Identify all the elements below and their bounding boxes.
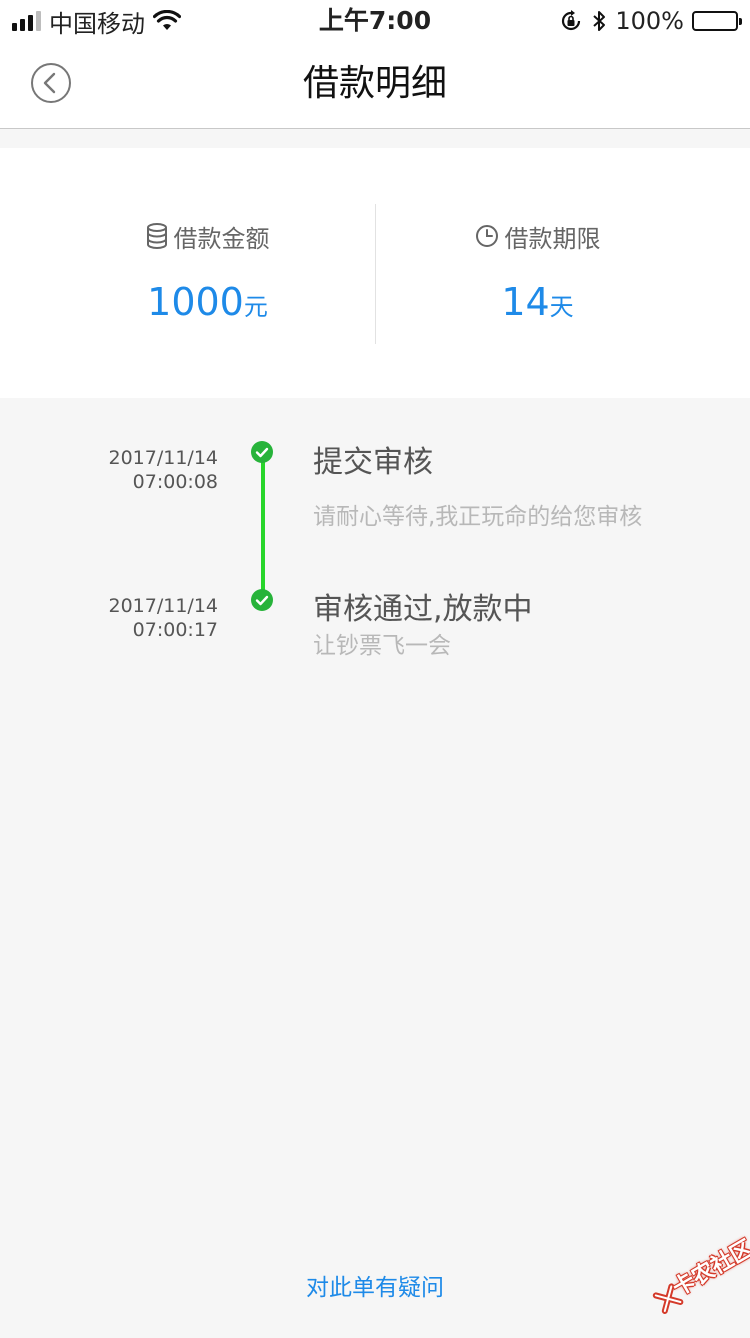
- timeline-item-1-date: 2017/11/14: [108, 447, 218, 469]
- coins-stack-icon: [146, 223, 167, 249]
- battery-icon: [692, 11, 742, 31]
- nav-bar: 借款明细: [0, 40, 750, 129]
- timeline-item-2-desc: 让钞票飞一会: [313, 633, 451, 659]
- question-link[interactable]: 对此单有疑问: [0, 1268, 750, 1302]
- amount-column: 借款金额 1000元: [20, 220, 395, 324]
- loan-summary-card: 借款金额 1000元 借款期限 14天: [0, 148, 750, 398]
- orientation-lock-icon: [562, 10, 581, 31]
- timeline-item-1-desc: 请耐心等待,我正玩命的给您审核: [313, 504, 643, 530]
- amount-unit: 元: [243, 293, 268, 321]
- check-circle-icon: [251, 589, 273, 611]
- battery-percent: 100%: [615, 7, 684, 35]
- term-value: 14: [501, 280, 550, 324]
- check-circle-icon: [251, 441, 273, 463]
- watermark-text: 卡农社区: [668, 1235, 750, 1302]
- term-value-row: 14天: [350, 280, 725, 324]
- term-label: 借款期限: [504, 224, 601, 253]
- timeline-item-2-date: 2017/11/14: [108, 595, 218, 617]
- timeline-item-1-timestamp: 2017/11/14 07:00:08: [18, 446, 218, 494]
- timeline-item-2-time: 07:00:17: [132, 619, 218, 641]
- timeline-item-1-time: 07:00:08: [132, 471, 218, 493]
- clock-icon: [475, 225, 498, 247]
- timeline-item-2-timestamp: 2017/11/14 07:00:17: [18, 594, 218, 642]
- bluetooth-icon: [593, 11, 606, 31]
- timeline-item-1-title: 提交审核: [313, 445, 433, 480]
- page-title: 借款明细: [302, 63, 447, 104]
- amount-label: 借款金额: [173, 224, 270, 253]
- term-label-row: 借款期限: [350, 220, 725, 253]
- status-right: 100%: [559, 4, 742, 38]
- status-bar: 中国移动 上午7:00 100%: [0, 0, 750, 40]
- amount-label-row: 借款金额: [20, 220, 395, 253]
- amount-value: 1000: [147, 280, 244, 324]
- timeline-item-2-title: 审核通过,放款中: [313, 592, 533, 627]
- timeline-connector: [261, 460, 265, 590]
- watermark: 卡农社区: [637, 1218, 750, 1337]
- term-column: 借款期限 14天: [350, 220, 725, 324]
- amount-value-row: 1000元: [20, 280, 395, 324]
- term-unit: 天: [549, 293, 574, 321]
